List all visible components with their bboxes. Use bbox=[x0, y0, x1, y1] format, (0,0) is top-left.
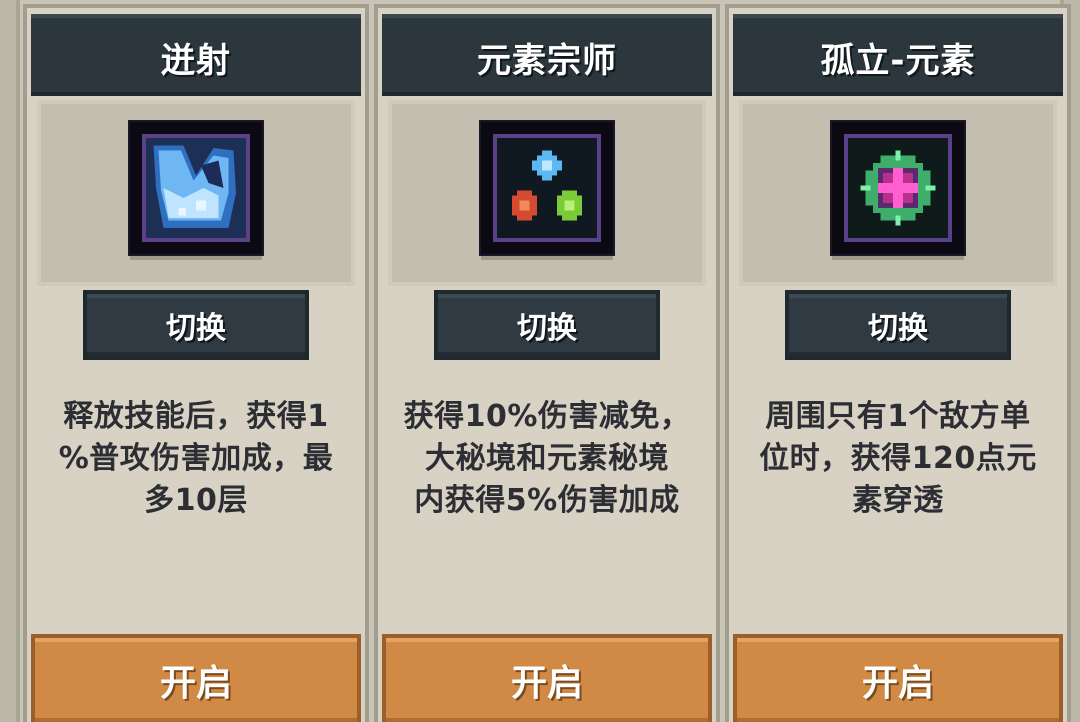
card-title: 迸射 bbox=[161, 40, 231, 81]
icon-inner-frame bbox=[493, 134, 601, 242]
description-line: %普攻伤害加成，最 bbox=[58, 441, 334, 476]
icon-area bbox=[388, 100, 706, 286]
card-title: 孤立-元素 bbox=[820, 40, 976, 81]
open-button[interactable]: 开启 bbox=[386, 638, 708, 722]
description-line: 大秘境和元素秘境 bbox=[425, 441, 669, 476]
description-line: 多10层 bbox=[144, 483, 248, 518]
switch-button[interactable]: 切换 bbox=[438, 294, 656, 356]
icon-area bbox=[739, 100, 1057, 286]
open-button-label: 开启 bbox=[159, 663, 232, 704]
switch-button[interactable]: 切换 bbox=[789, 294, 1007, 356]
switch-button[interactable]: 切换 bbox=[87, 294, 305, 356]
burst-icon bbox=[130, 122, 262, 254]
card-header: 孤立-元素 bbox=[733, 14, 1063, 96]
talent-description: 释放技能后，获得1 %普攻伤害加成，最 多10层 bbox=[31, 396, 361, 522]
burst-icon-art bbox=[146, 138, 246, 238]
open-button[interactable]: 开启 bbox=[737, 638, 1059, 722]
open-button-label: 开启 bbox=[861, 663, 934, 704]
switch-button-label: 切换 bbox=[868, 311, 928, 346]
elemental-master-icon bbox=[481, 122, 613, 254]
talent-selection-screen: 迸射 切换 释放技能后，获得1 %普攻伤害加成，最 多10层 开启 元素宗师 切… bbox=[0, 0, 1080, 722]
description-line: 素穿透 bbox=[852, 483, 944, 518]
talent-card-burst: 迸射 切换 释放技能后，获得1 %普攻伤害加成，最 多10层 开启 bbox=[27, 8, 365, 722]
description-line: 释放技能后，获得1 bbox=[63, 399, 329, 434]
left-edge-panel bbox=[0, 0, 20, 722]
icon-inner-frame bbox=[142, 134, 250, 242]
card-title: 元素宗师 bbox=[477, 40, 617, 81]
icon-area bbox=[37, 100, 355, 286]
open-button[interactable]: 开启 bbox=[35, 638, 357, 722]
talent-description: 周围只有1个敌方单 位时，获得120点元 素穿透 bbox=[733, 396, 1063, 522]
card-header: 元素宗师 bbox=[382, 14, 712, 96]
description-line: 内获得5%伤害加成 bbox=[414, 483, 680, 518]
talent-description: 获得10%伤害减免， 大秘境和元素秘境 内获得5%伤害加成 bbox=[382, 396, 712, 522]
icon-inner-frame bbox=[844, 134, 952, 242]
talent-card-isolation-element: 孤立-元素 切换 周围只有1个敌方单 位时，获得120点元 素穿透 开启 bbox=[729, 8, 1067, 722]
description-line: 周围只有1个敌方单 bbox=[765, 399, 1031, 434]
description-line: 获得10%伤害减免， bbox=[403, 399, 691, 434]
isolation-element-icon bbox=[832, 122, 964, 254]
description-line: 位时，获得120点元 bbox=[759, 441, 1037, 476]
open-button-label: 开启 bbox=[510, 663, 583, 704]
switch-button-label: 切换 bbox=[166, 311, 226, 346]
card-header: 迸射 bbox=[31, 14, 361, 96]
elemental-master-icon-art bbox=[497, 138, 597, 238]
isolation-element-icon-art bbox=[848, 138, 948, 238]
switch-button-label: 切换 bbox=[517, 311, 577, 346]
talent-card-elemental-master: 元素宗师 切换 获得10%伤害减免， 大秘境和元素秘境 内获得5%伤害加成 开启 bbox=[378, 8, 716, 722]
